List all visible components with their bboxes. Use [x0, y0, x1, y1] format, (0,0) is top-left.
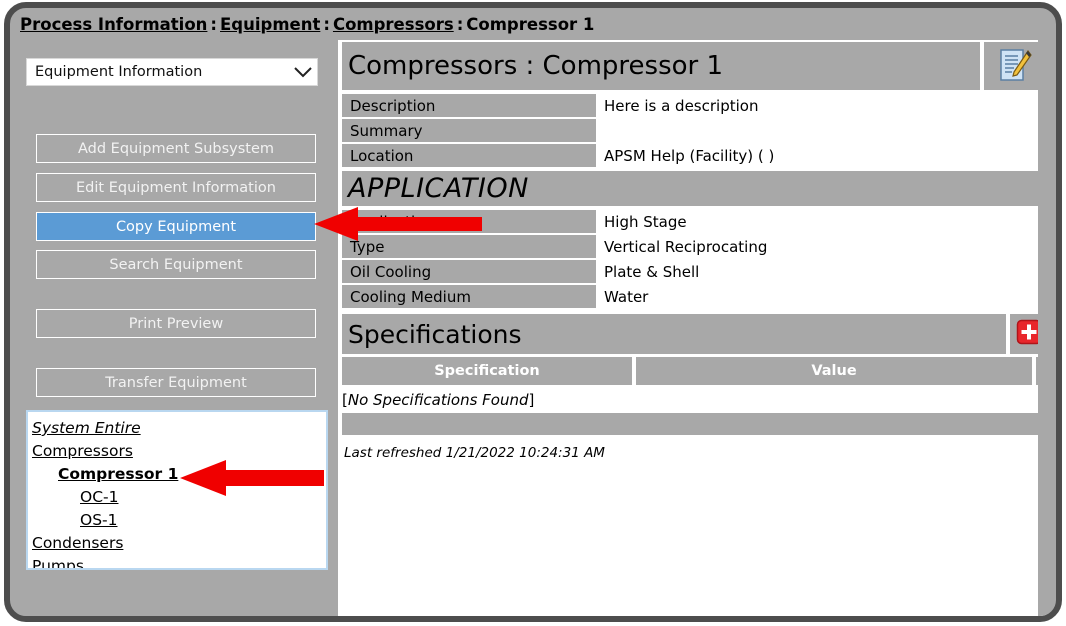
row-label: Location	[342, 144, 596, 167]
application-section-header: APPLICATION	[342, 171, 1042, 206]
row-label: Description	[342, 94, 596, 117]
search-equipment-button[interactable]: Search Equipment	[36, 250, 316, 279]
button-label: Copy Equipment	[115, 218, 237, 235]
specifications-title-wrap: Specifications	[342, 314, 1006, 354]
table-row: Cooling Medium Water	[342, 285, 1042, 308]
table-footer-strip	[342, 413, 1042, 435]
panel-header: Compressors : Compressor 1	[342, 42, 1046, 90]
table-header-row: Specification Value	[342, 357, 1046, 385]
add-equipment-subsystem-button[interactable]: Add Equipment Subsystem	[36, 134, 316, 163]
specifications-section-header: Specifications	[342, 314, 1046, 354]
tree-item-os-1[interactable]: OS-1	[80, 509, 118, 532]
specifications-table: Specification Value	[342, 357, 1046, 385]
row-value	[600, 119, 1042, 142]
bracket-close: ]	[528, 391, 535, 409]
equipment-view-select[interactable]: Equipment Information	[26, 58, 318, 86]
breadcrumb-item-compressors[interactable]: Compressors	[333, 15, 454, 34]
button-label: Add Equipment Subsystem	[77, 140, 275, 157]
row-value: Plate & Shell	[600, 260, 1042, 283]
main-panel: Compressors : Compressor 1 Description H…	[338, 40, 1046, 616]
table-row: Summary	[342, 119, 1042, 142]
button-label: Search Equipment	[109, 256, 243, 273]
panel-scroll-gutter[interactable]	[1038, 40, 1046, 616]
edit-note-icon	[998, 48, 1032, 84]
specifications-empty-message: [No Specifications Found]	[342, 389, 1046, 411]
breadcrumb-item-equipment[interactable]: Equipment	[220, 15, 320, 34]
transfer-equipment-button[interactable]: Transfer Equipment	[36, 368, 316, 397]
breadcrumb-separator: :	[210, 15, 218, 34]
table-row: Oil Cooling Plate & Shell	[342, 260, 1042, 283]
tree-item-compressor-1[interactable]: Compressor 1	[58, 463, 178, 486]
edit-note-button[interactable]	[984, 42, 1046, 90]
tree-item-pumps[interactable]: Pumps	[32, 555, 84, 568]
breadcrumb-item-current: Compressor 1	[466, 15, 595, 34]
breadcrumb: Process Information: Equipment: Compressor…	[20, 12, 594, 38]
row-value: High Stage	[600, 210, 1042, 233]
table-row: Type Vertical Reciprocating	[342, 235, 1042, 258]
page-title: Compressors : Compressor 1	[348, 51, 724, 81]
edit-equipment-information-button[interactable]: Edit Equipment Information	[36, 173, 316, 202]
table-row: Description Here is a description	[342, 94, 1042, 117]
tree-item-condensers[interactable]: Condensers	[32, 532, 123, 555]
row-label: Cooling Medium	[342, 285, 596, 308]
button-label: Print Preview	[128, 315, 224, 332]
button-label: Transfer Equipment	[105, 374, 247, 391]
row-label: Type	[342, 235, 596, 258]
row-value: Here is a description	[600, 94, 1042, 117]
equipment-view-select-value: Equipment Information	[35, 64, 203, 80]
row-value: Water	[600, 285, 1042, 308]
row-label: Application	[342, 210, 596, 233]
empty-message-text: No Specifications Found	[347, 391, 529, 409]
breadcrumb-separator: :	[323, 15, 330, 34]
sidebar: Equipment Information Add Equipment Subs…	[18, 40, 334, 616]
chevron-down-icon	[289, 66, 317, 78]
tree-item-system-entire[interactable]: System Entire	[32, 417, 141, 440]
column-header-value: Value	[636, 357, 1036, 385]
equipment-tree: System Entire Compressors Compressor 1 O…	[26, 410, 328, 570]
row-label: Summary	[342, 119, 596, 142]
row-label: Oil Cooling	[342, 260, 596, 283]
tree-item-oc-1[interactable]: OC-1	[80, 486, 118, 509]
last-refreshed-label: Last refreshed 1/21/2022 10:24:31 AM	[344, 445, 605, 461]
column-header-specification: Specification	[342, 357, 636, 385]
print-preview-button[interactable]: Print Preview	[36, 309, 316, 338]
app-window: Process Information: Equipment: Compressor…	[4, 2, 1062, 622]
section-title: Specifications	[348, 319, 522, 349]
copy-equipment-button[interactable]: Copy Equipment	[36, 212, 316, 241]
row-value: Vertical Reciprocating	[600, 235, 1042, 258]
breadcrumb-item-process-information[interactable]: Process Information	[20, 15, 207, 34]
breadcrumb-separator: :	[456, 15, 464, 34]
table-row: Application High Stage	[342, 210, 1042, 233]
table-row: Location APSM Help (Facility) ( )	[342, 144, 1042, 167]
section-title: APPLICATION	[348, 173, 529, 204]
application-table: Application High Stage Type Vertical Rec…	[342, 208, 1042, 310]
equipment-info-table: Description Here is a description Summar…	[342, 92, 1042, 169]
tree-item-compressors[interactable]: Compressors	[32, 440, 133, 463]
row-value: APSM Help (Facility) ( )	[600, 144, 1042, 167]
button-label: Edit Equipment Information	[76, 179, 276, 196]
